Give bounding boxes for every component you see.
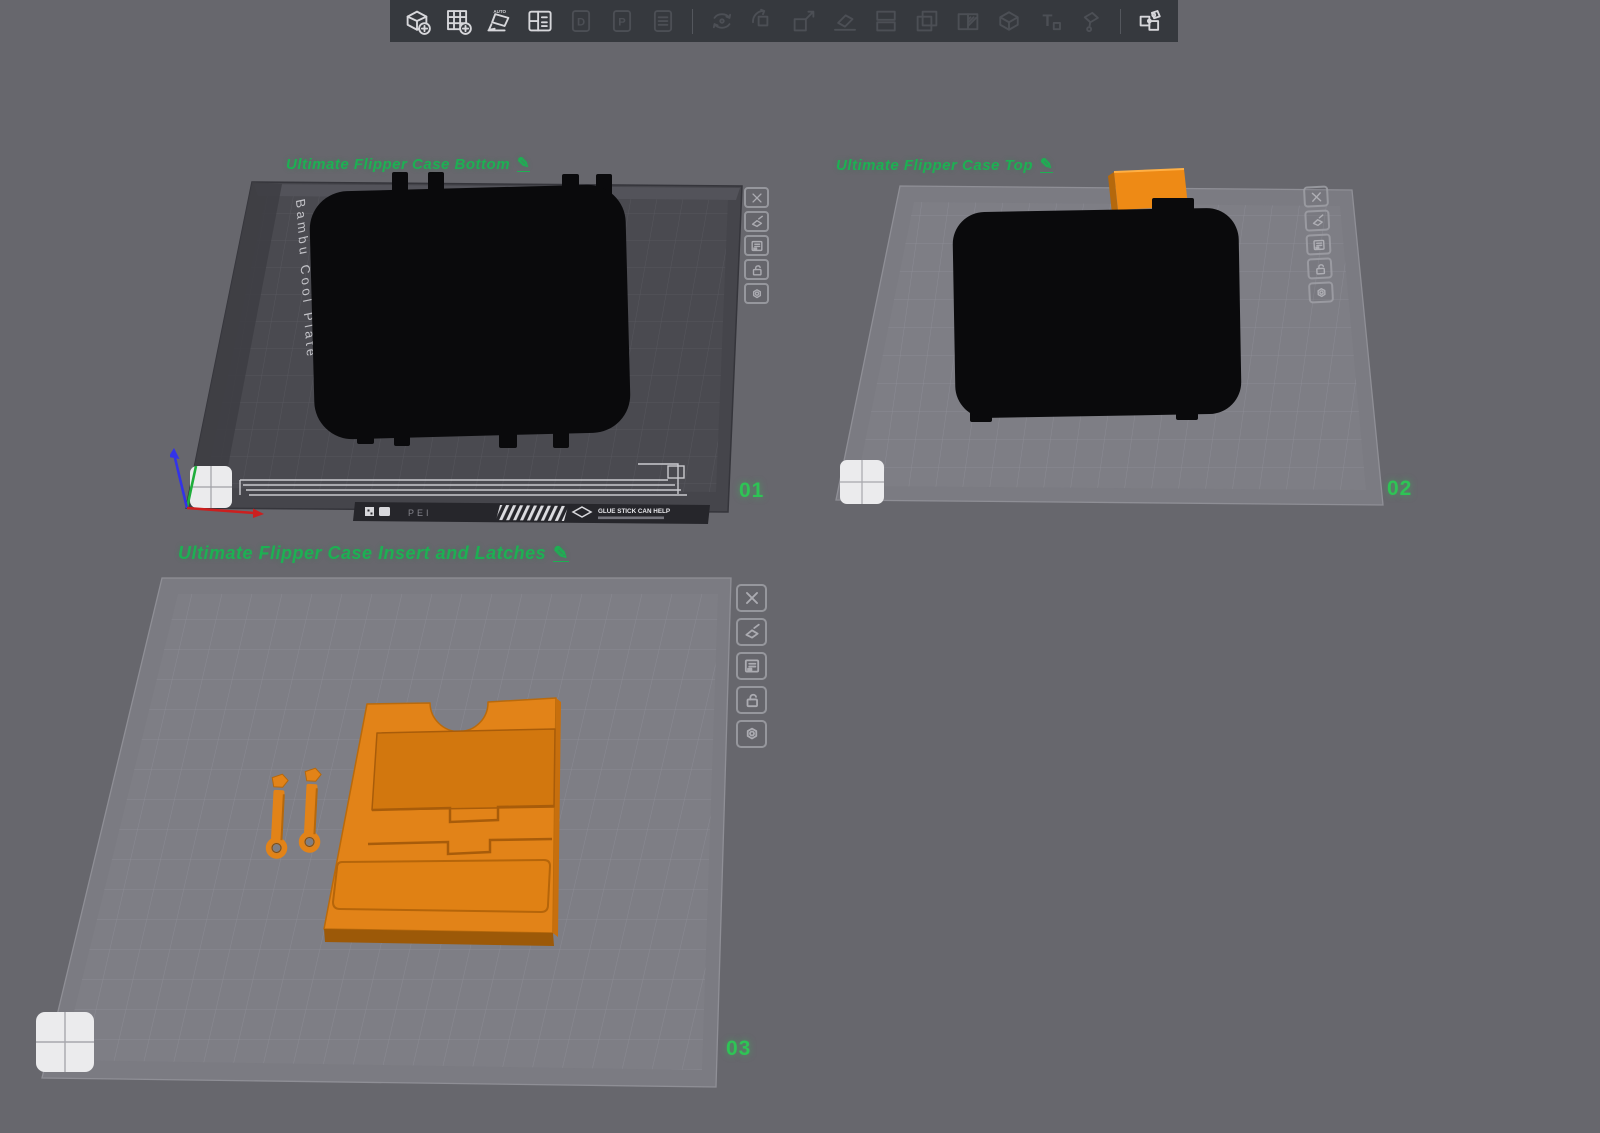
glue-hint-label: GLUE STICK CAN HELP bbox=[598, 508, 670, 515]
corner-origin-tile bbox=[840, 460, 884, 504]
model-case-bottom[interactable] bbox=[309, 172, 631, 448]
hint-subtext-bar bbox=[598, 517, 664, 520]
plate-settings-icon[interactable] bbox=[1308, 281, 1334, 303]
plate-3-title[interactable]: Ultimate Flipper Case Insert and Latches… bbox=[178, 543, 569, 564]
arrange-icon[interactable] bbox=[523, 4, 557, 38]
plate-branding-strip: PEI GLUE STICK CAN HELP bbox=[353, 502, 710, 524]
plate-2-title-text: Ultimate Flipper Case Top bbox=[836, 157, 1033, 174]
delete-plate-icon[interactable] bbox=[1303, 185, 1329, 207]
split-layers-icon[interactable] bbox=[869, 4, 903, 38]
paint-tool-icon[interactable] bbox=[1074, 4, 1108, 38]
toolbar-separator bbox=[1120, 9, 1121, 34]
label-objects-icon[interactable] bbox=[1305, 233, 1331, 255]
text-tool-icon[interactable]: T bbox=[1033, 4, 1067, 38]
plate-settings-icon[interactable] bbox=[744, 283, 769, 304]
label-objects-icon[interactable] bbox=[736, 652, 767, 680]
plate-1-number: 01 bbox=[739, 479, 764, 503]
plate-1-controls bbox=[744, 187, 769, 304]
svg-text:P: P bbox=[618, 16, 626, 28]
lock-plate-icon[interactable] bbox=[1307, 257, 1333, 279]
corner-origin-tile bbox=[36, 1012, 94, 1072]
arrange-plate-icon[interactable] bbox=[1304, 209, 1330, 231]
plate-1-title[interactable]: Ultimate Flipper Case Bottom ✎ bbox=[286, 156, 530, 173]
surface-label: PEI bbox=[408, 508, 432, 518]
auto-orient-icon[interactable]: AUTO bbox=[482, 4, 516, 38]
add-plate-icon[interactable] bbox=[441, 4, 475, 38]
build-plate-3[interactable] bbox=[20, 560, 780, 1105]
corner-origin-tile bbox=[190, 466, 232, 508]
svg-text:T: T bbox=[1043, 12, 1053, 30]
plate-3-number: 03 bbox=[726, 1037, 751, 1061]
export-doc-d-icon[interactable]: D bbox=[564, 4, 598, 38]
svg-text:AUTO: AUTO bbox=[493, 9, 506, 14]
copy-objects-icon[interactable] bbox=[910, 4, 944, 38]
doc-lines-icon[interactable] bbox=[646, 4, 680, 38]
edit-plate-name-icon[interactable]: ✎ bbox=[1040, 158, 1053, 173]
export-doc-p-icon[interactable]: P bbox=[605, 4, 639, 38]
mesh-cut-icon[interactable] bbox=[951, 4, 985, 38]
svg-text:D: D bbox=[577, 16, 585, 28]
delete-plate-icon[interactable] bbox=[744, 187, 769, 208]
place-on-face-icon[interactable] bbox=[828, 4, 862, 38]
plate-3-title-text: Ultimate Flipper Case Insert and Latches bbox=[178, 543, 546, 564]
main-toolbar: AUTO D P bbox=[390, 0, 1178, 42]
delete-plate-icon[interactable] bbox=[736, 584, 767, 612]
lock-plate-icon[interactable] bbox=[744, 259, 769, 280]
orient-tool-icon[interactable] bbox=[705, 4, 739, 38]
model-case-top[interactable] bbox=[952, 198, 1242, 422]
lock-plate-icon[interactable] bbox=[736, 686, 767, 714]
arrange-plate-icon[interactable] bbox=[744, 211, 769, 232]
assembly-view-icon[interactable] bbox=[1133, 4, 1167, 38]
build-plate-1[interactable]: PEI GLUE STICK CAN HELP Bambu Cool Plate bbox=[170, 160, 780, 530]
rotate-tool-icon[interactable] bbox=[746, 4, 780, 38]
edit-plate-name-icon[interactable]: ✎ bbox=[517, 157, 530, 172]
mesh-boolean-icon[interactable] bbox=[992, 4, 1026, 38]
plate-3-controls bbox=[736, 584, 767, 748]
add-object-icon[interactable] bbox=[400, 4, 434, 38]
scale-tool-icon[interactable] bbox=[787, 4, 821, 38]
plate-2-title[interactable]: Ultimate Flipper Case Top ✎ bbox=[836, 157, 1053, 174]
plate-settings-icon[interactable] bbox=[736, 720, 767, 748]
arrange-plate-icon[interactable] bbox=[736, 618, 767, 646]
viewport-3d[interactable]: AUTO D P bbox=[0, 0, 1600, 1133]
plate-2-number: 02 bbox=[1387, 477, 1412, 501]
edit-plate-name-icon[interactable]: ✎ bbox=[553, 545, 569, 562]
toolbar-separator bbox=[692, 9, 693, 34]
label-objects-icon[interactable] bbox=[744, 235, 769, 256]
plate-1-title-text: Ultimate Flipper Case Bottom bbox=[286, 156, 510, 173]
